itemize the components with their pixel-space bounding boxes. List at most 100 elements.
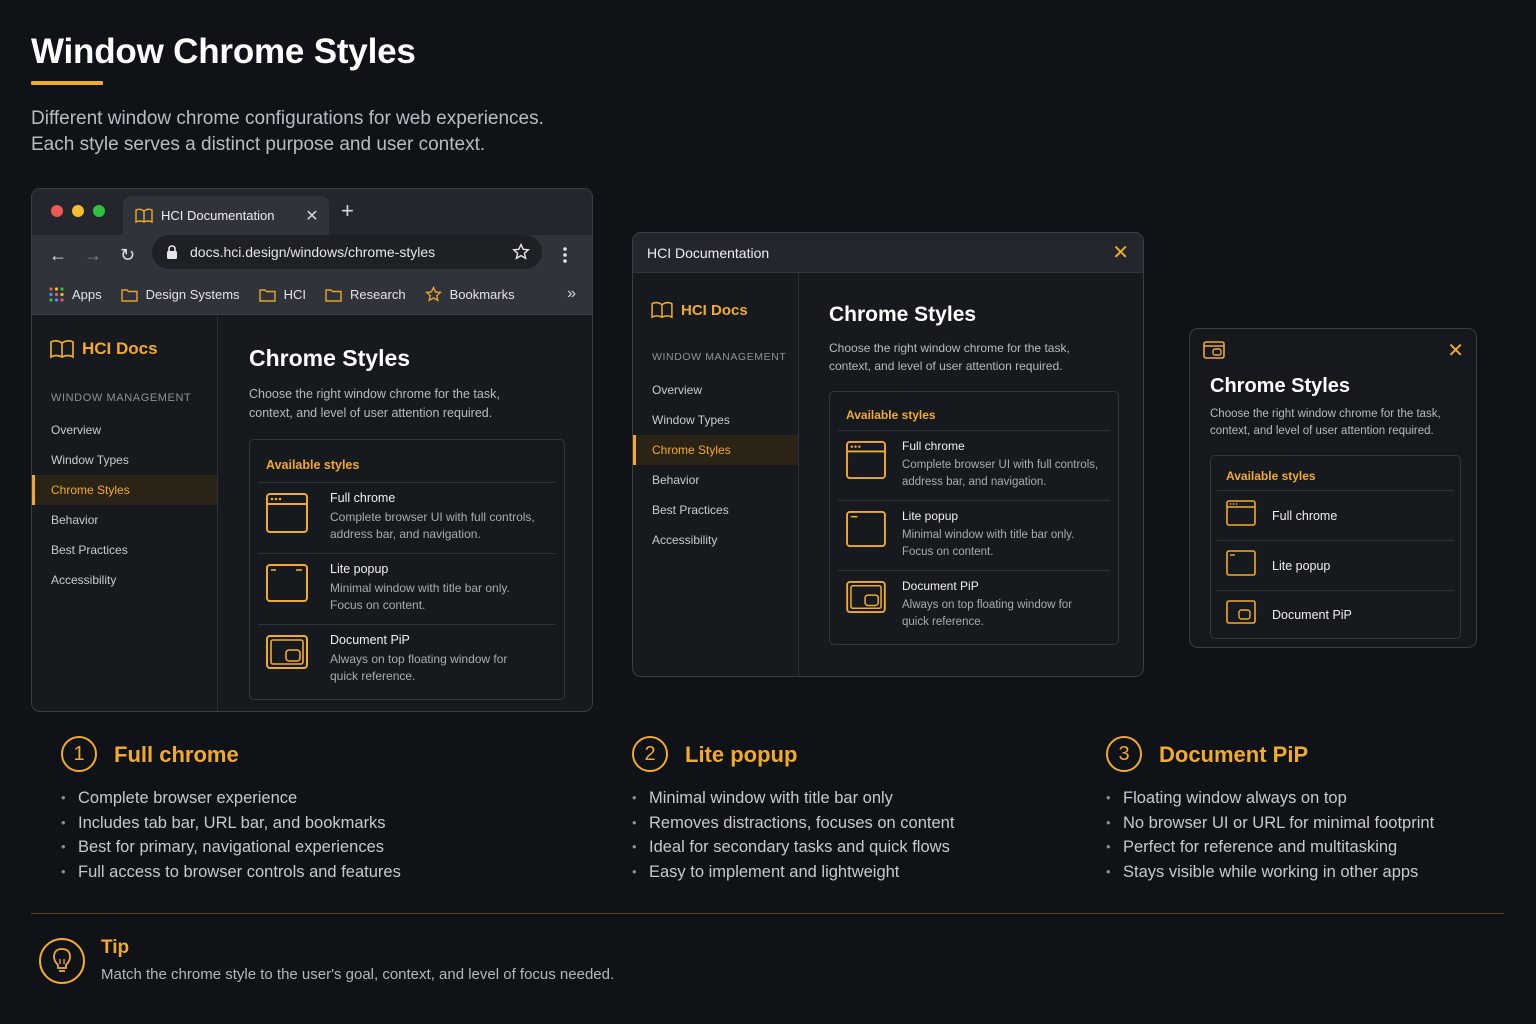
bookmark-label: Design Systems <box>145 287 240 302</box>
style-desc-line: Always on top floating window for <box>902 599 1073 611</box>
sidebar-item-best-practices[interactable]: Best Practices <box>633 495 798 525</box>
style-row-lite-popup[interactable]: Lite popup <box>1217 541 1454 591</box>
docs-brand[interactable]: HCI Docs <box>651 301 748 319</box>
bullet-item: • Best for primary, navigational experien… <box>61 835 401 860</box>
bookmark-bookmarks[interactable]: Bookmarks <box>424 286 515 303</box>
forward-icon[interactable]: → <box>84 245 102 266</box>
card-title: Available styles <box>1217 456 1454 491</box>
style-row-document-pip[interactable]: Document PiP Always on top floating windo… <box>838 570 1110 640</box>
style-title: Lite popup <box>330 562 389 576</box>
docs-brand[interactable]: HCI Docs <box>50 339 158 359</box>
more-bookmarks-icon[interactable]: » <box>567 285 576 303</box>
bullet-text: Floating window always on top <box>1123 789 1347 807</box>
docs-app: HCI Docs WINDOW MANAGEMENT Overview Wind… <box>32 315 592 711</box>
styles-card: Available styles Full chrome Complete bro… <box>829 391 1119 645</box>
back-icon[interactable]: ← <box>49 245 67 266</box>
style-row-document-pip[interactable]: Document PiP Always on top floating windo… <box>258 624 556 695</box>
sidebar-item-window-types[interactable]: Window Types <box>633 405 798 435</box>
description-line: context, and level of user attention req… <box>829 359 1063 373</box>
document-pip-icon <box>1226 600 1256 624</box>
style-desc-line: Focus on content. <box>902 545 994 558</box>
new-tab-icon[interactable]: + <box>341 198 354 224</box>
bookmark-hci[interactable]: HCI <box>258 287 306 302</box>
bookmark-research[interactable]: Research <box>325 287 406 302</box>
sidebar-item-window-types[interactable]: Window Types <box>32 445 217 475</box>
style-row-lite-popup[interactable]: Lite popup Minimal window with title bar … <box>838 500 1110 570</box>
style-title: Full chrome <box>330 491 396 505</box>
bullet-text: Easy to implement and lightweight <box>649 862 900 881</box>
minimize-traffic-light[interactable] <box>72 205 84 217</box>
description-line: context, and level of user attention req… <box>249 406 493 420</box>
sidebar-item-overview[interactable]: Overview <box>633 375 798 405</box>
style-desc: Always on top floating window for quick r… <box>902 597 1072 630</box>
style-row-document-pip[interactable]: Document PiP <box>1217 591 1454 638</box>
bookmark-label: Apps <box>72 287 102 302</box>
close-icon[interactable]: ✕ <box>1447 338 1464 363</box>
lock-icon <box>167 245 177 259</box>
styles-card: Available styles Full chrome Lite popup … <box>1210 455 1461 639</box>
content-description: Choose the right window chrome for the t… <box>249 385 579 423</box>
style-row-full-chrome[interactable]: Full chrome Complete browser UI with full… <box>258 482 556 553</box>
style-row-full-chrome[interactable]: Full chrome <box>1217 491 1454 541</box>
sidebar-item-chrome-styles[interactable]: Chrome Styles <box>32 475 217 505</box>
maximize-traffic-light[interactable] <box>93 205 105 217</box>
pip-window-icon <box>1203 341 1225 359</box>
style-title: Full chrome <box>902 439 965 453</box>
book-icon <box>135 207 153 223</box>
popup-title-bar: HCI Documentation ✕ <box>633 233 1143 273</box>
sidebar-item-behavior[interactable]: Behavior <box>633 465 798 495</box>
pip-content: Chrome Styles Choose the right window ch… <box>1210 375 1462 639</box>
close-traffic-light[interactable] <box>51 205 63 217</box>
star-icon[interactable] <box>512 243 530 261</box>
bookmark-design-systems[interactable]: Design Systems <box>120 287 240 302</box>
tab-strip: HCI Documentation ✕ + <box>32 189 592 235</box>
bullet-text: Ideal for secondary tasks and quick flow… <box>649 838 950 856</box>
style-desc: Minimal window with title bar only. Focus… <box>330 580 510 614</box>
more-menu-icon[interactable] <box>562 246 568 264</box>
styles-card: Available styles Full chrome Complete bro… <box>249 439 565 700</box>
lite-popup-window: HCI Documentation ✕ HCI Docs WINDOW MANA… <box>632 232 1144 677</box>
bullet-item: • Stays visible while working in other ap… <box>1106 860 1434 885</box>
reload-icon[interactable]: ↻ <box>120 245 135 266</box>
close-icon[interactable]: ✕ <box>1112 240 1129 265</box>
tip-text: Match the chrome style to the user's goa… <box>101 966 615 983</box>
description-line: context, and level of user attention req… <box>1210 425 1434 437</box>
folder-icon <box>258 288 276 302</box>
bullet-item: • Minimal window with title bar only <box>632 786 954 811</box>
bullet-text: Stays visible while working in other app… <box>1123 862 1419 881</box>
lightbulb-icon <box>39 938 85 984</box>
style-title: Lite popup <box>1272 558 1331 573</box>
bullet-list: • Floating window always on top • No brows… <box>1106 786 1434 884</box>
sidebar-item-overview[interactable]: Overview <box>32 415 217 445</box>
bookmark-apps[interactable]: Apps <box>49 287 102 302</box>
style-row-lite-popup[interactable]: Lite popup Minimal window with title bar … <box>258 553 556 624</box>
column-title: Document PiP <box>1159 742 1309 767</box>
bookmark-label: Bookmarks <box>449 287 515 302</box>
sidebar-item-chrome-styles[interactable]: Chrome Styles <box>633 435 798 465</box>
sidebar-item-best-practices[interactable]: Best Practices <box>32 535 217 565</box>
sidebar-item-behavior[interactable]: Behavior <box>32 505 217 535</box>
bullet-item: • Perfect for reference and multitasking <box>1106 835 1434 860</box>
description-line: Choose the right window chrome for the t… <box>829 341 1070 355</box>
style-desc: Always on top floating window for quick r… <box>330 651 507 685</box>
subtitle-line-2: Each style serves a distinct purpose and… <box>31 134 486 155</box>
browser-tab[interactable]: HCI Documentation ✕ <box>123 196 329 235</box>
style-desc-line: Focus on content. <box>330 598 426 612</box>
close-tab-icon[interactable]: ✕ <box>301 206 323 226</box>
address-bar[interactable]: docs.hci.design/windows/chrome-styles <box>152 235 542 269</box>
book-icon <box>50 339 74 359</box>
bullet-list: • Minimal window with title bar only • Rem… <box>632 786 954 884</box>
folder-icon <box>120 288 138 302</box>
style-row-full-chrome[interactable]: Full chrome Complete browser UI with full… <box>838 430 1110 500</box>
sidebar-item-accessibility[interactable]: Accessibility <box>32 565 217 595</box>
sidebar-item-accessibility[interactable]: Accessibility <box>633 525 798 555</box>
lite-popup-icon <box>1226 550 1256 576</box>
url-text: docs.hci.design/windows/chrome-styles <box>190 244 436 260</box>
step-number: 3 <box>1106 736 1142 772</box>
page-title: Window Chrome Styles <box>31 32 416 71</box>
style-desc-line: address bar, and navigation. <box>330 527 481 541</box>
bullet-text: Includes tab bar, URL bar, and bookmarks <box>78 813 386 832</box>
docs-content: Chrome Styles Choose the right window ch… <box>829 303 1129 645</box>
section-divider <box>31 913 1504 914</box>
document-pip-icon <box>266 635 308 669</box>
